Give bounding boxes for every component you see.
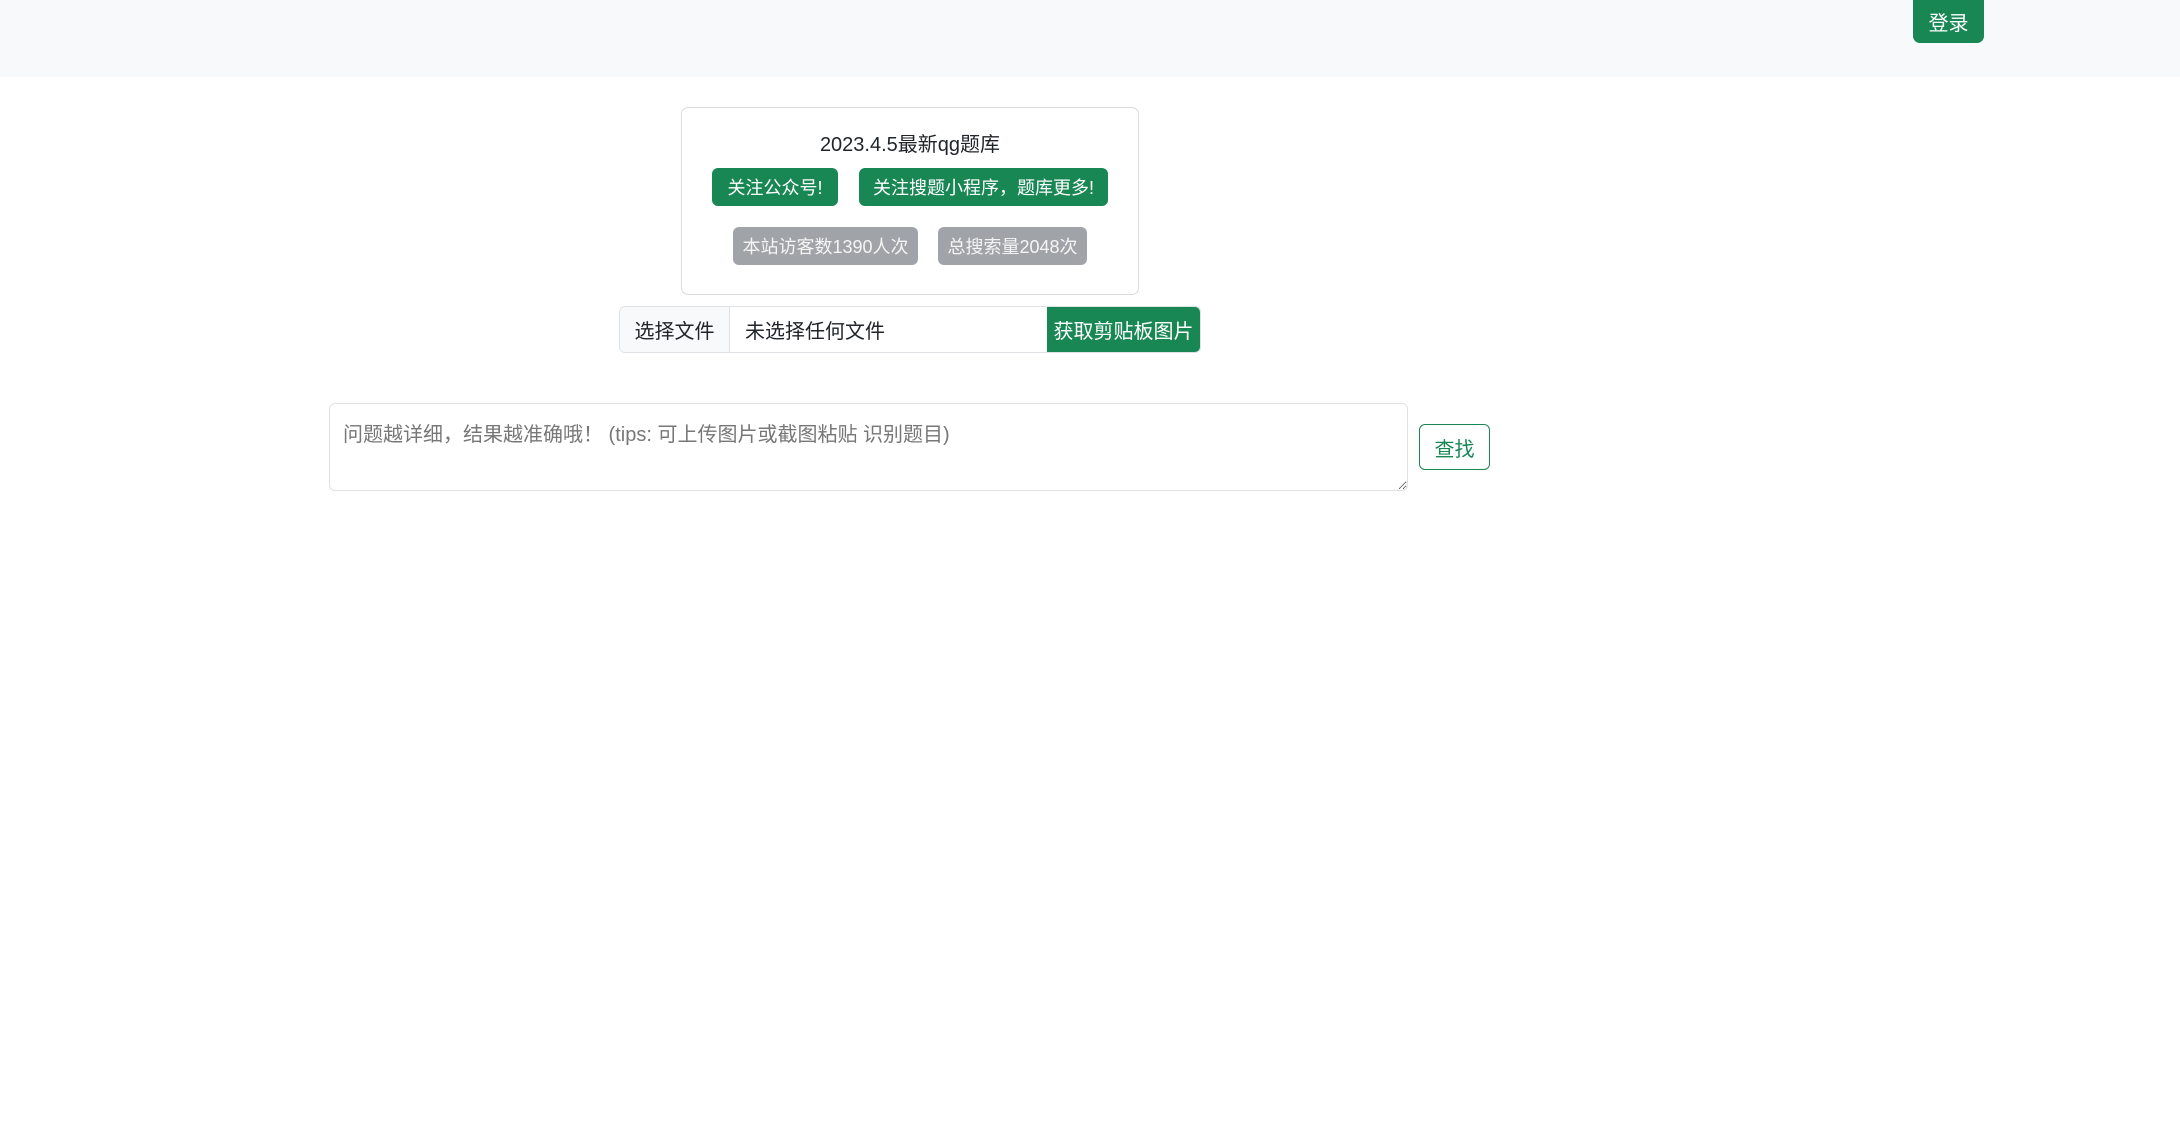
search-button[interactable]: 查找 — [1419, 424, 1490, 470]
file-input[interactable]: 选择文件 未选择任何文件 获取剪贴板图片 — [619, 306, 1201, 353]
choose-file-button[interactable]: 选择文件 — [620, 307, 730, 352]
search-count-badge: 总搜索量2048次 — [938, 227, 1087, 265]
follow-miniprogram-button[interactable]: 关注搜题小程序，题库更多! — [859, 168, 1108, 206]
file-status: 未选择任何文件 — [730, 307, 1047, 352]
clipboard-image-button[interactable]: 获取剪贴板图片 — [1047, 307, 1200, 352]
visitor-count-badge: 本站访客数1390人次 — [733, 227, 918, 265]
login-button[interactable]: 登录 — [1913, 0, 1984, 43]
question-input[interactable] — [329, 403, 1408, 491]
navbar — [0, 0, 2180, 77]
follow-account-button[interactable]: 关注公众号! — [712, 168, 838, 206]
card-title: 2023.4.5最新qg题库 — [681, 128, 1139, 157]
